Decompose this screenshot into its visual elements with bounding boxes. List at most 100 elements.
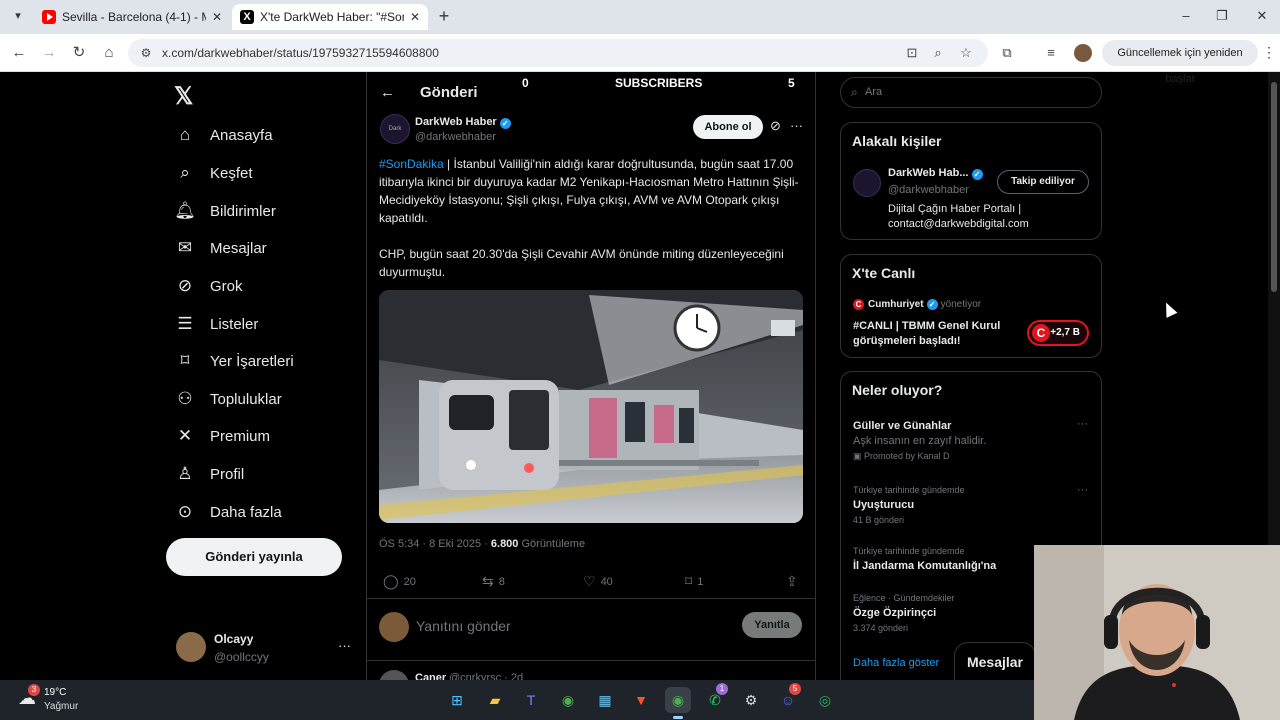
grok-icon: ⊘ <box>177 276 193 295</box>
settings-icon[interactable]: ⚙ <box>738 687 764 713</box>
show-more-link[interactable]: Daha fazla göster <box>853 657 939 669</box>
profile-avatar[interactable] <box>1074 44 1092 62</box>
messages-drawer[interactable]: Mesajlar <box>954 642 1036 680</box>
nav-label: Mesajlar <box>210 239 267 257</box>
nav-item-home[interactable]: ⌂ Anasayfa <box>174 121 273 149</box>
home-button[interactable]: ⌂ <box>100 44 118 62</box>
avatar[interactable] <box>379 612 409 642</box>
window-close-button[interactable]: ✕ <box>1252 8 1272 24</box>
url-text: x.com/darkwebhaber/status/19759327155946… <box>162 46 439 60</box>
reload-button[interactable]: ↻ <box>70 44 88 62</box>
live-listener-badge[interactable]: C +2,7 B <box>1027 320 1089 346</box>
nav-label: Profil <box>210 465 245 483</box>
nav-item-premium[interactable]: ✕ Premium <box>174 422 270 450</box>
back-button[interactable]: ← <box>10 44 28 62</box>
address-bar[interactable]: ⚙ x.com/darkwebhaber/status/197593271559… <box>128 39 988 67</box>
more-icon[interactable]: ··· <box>1077 484 1088 496</box>
nav-item-communities[interactable]: ⚇ Topluluklar <box>174 385 281 413</box>
spotify-icon[interactable]: ◎ <box>812 687 838 713</box>
grok-icon[interactable]: ⊘ <box>770 118 781 134</box>
repost-button[interactable]: ⇆ 8 <box>482 573 505 590</box>
nav-item-more[interactable]: ⊙ Daha fazla <box>174 498 282 526</box>
nav-item-explore[interactable]: ⌕ Keşfet <box>174 159 253 187</box>
nav-label: Anasayfa <box>210 126 273 144</box>
like-button[interactable]: ♡ 40 <box>583 573 613 590</box>
install-icon[interactable]: ⊡ <box>904 45 920 61</box>
cumhuriyet-logo-icon: C <box>853 299 864 310</box>
chrome-icon[interactable]: ◉ <box>555 687 581 713</box>
reply-button[interactable]: ◯ 20 <box>383 573 416 590</box>
subscribers-label: SUBSCRIBERS <box>615 76 703 90</box>
hashtag-link[interactable]: #SonDakika <box>379 157 444 171</box>
live-source[interactable]: C Cumhuriyet ✓ yönetiyor <box>853 299 981 310</box>
panel-title: Alakalı kişiler <box>852 133 942 149</box>
bell-icon: 🔔︎ <box>174 201 196 220</box>
nav-item-messages[interactable]: ✉ Mesajlar <box>174 234 267 262</box>
search-input[interactable]: ⌕ Ara <box>840 77 1102 108</box>
nav-label: Keşfet <box>210 164 253 182</box>
more-icon[interactable]: ··· <box>338 638 351 653</box>
close-icon[interactable]: ✕ <box>212 10 222 24</box>
avatar[interactable]: Dark <box>380 114 410 144</box>
menu-icon[interactable]: ⋮ <box>1262 44 1276 61</box>
brave-icon[interactable]: ▼ <box>628 687 654 713</box>
divider <box>367 660 815 661</box>
post-button[interactable]: Gönderi yayınla <box>166 538 342 576</box>
share-button[interactable]: ⇪ <box>786 573 803 590</box>
nav-item-grok[interactable]: ⊘ Grok <box>174 272 243 300</box>
bookmark-button[interactable]: ⌑ 1 <box>685 573 703 590</box>
close-icon[interactable]: ✕ <box>410 10 420 24</box>
x-logo-icon: X <box>240 10 254 24</box>
avatar[interactable] <box>176 632 206 662</box>
windows-start-icon[interactable]: ⊞ <box>444 687 470 713</box>
extensions-icon[interactable]: ⧉ <box>998 44 1016 62</box>
trend-item[interactable]: Türkiye tarihinde gündemde Uyuşturucu 41… <box>853 484 1093 527</box>
nav-item-lists[interactable]: ☰ Listeler <box>174 310 258 338</box>
back-arrow-icon[interactable]: ← <box>380 84 395 101</box>
nav-item-profile[interactable]: ♙ Profil <box>174 460 244 488</box>
more-icon[interactable]: ··· <box>790 118 803 133</box>
browser-tab-x[interactable]: X X'te DarkWeb Haber: "#SonDak ✕ <box>232 4 428 30</box>
avatar[interactable] <box>853 169 881 197</box>
zoom-icon[interactable]: ⌕ <box>930 45 946 61</box>
live-panel: X'te Canlı C Cumhuriyet ✓ yönetiyor #CAN… <box>840 254 1102 358</box>
site-info-icon[interactable]: ⚙ <box>138 45 154 61</box>
maximize-button[interactable]: ❐ <box>1212 8 1232 24</box>
chrome-icon[interactable]: ◉ <box>665 687 691 713</box>
reply-author-name[interactable]: Caner <box>415 672 446 680</box>
trend-item[interactable]: Güller ve Günahlar Aşk insanın en zayıf … <box>853 418 1093 463</box>
more-icon[interactable]: ··· <box>1077 418 1088 430</box>
author-handle[interactable]: @darkwebhaber <box>415 131 496 143</box>
update-button[interactable]: Güncellemek için yeniden başlat <box>1102 40 1258 85</box>
nav-item-bookmarks[interactable]: ⌑ Yer İşaretleri <box>174 347 294 375</box>
nav-item-notifications[interactable]: 🔔︎ Bildirimler <box>174 197 276 225</box>
x-logo-icon[interactable]: 𝕏 <box>174 82 193 111</box>
scrollbar-thumb[interactable] <box>1271 82 1277 292</box>
weather-description[interactable]: Yağmur <box>44 701 78 712</box>
following-button[interactable]: Takip ediliyor <box>997 170 1089 194</box>
whatsapp-badge: 1 <box>716 683 728 695</box>
tab-search-icon[interactable]: ▾ <box>10 8 26 24</box>
weather-temperature[interactable]: 19°C <box>44 687 66 698</box>
browser-tab-youtube[interactable]: Sevilla - Barcelona (4-1) - Maç Ö ✕ <box>34 4 230 30</box>
teams-icon[interactable]: T <box>518 687 544 713</box>
verified-icon: ✓ <box>926 299 938 310</box>
live-headline[interactable]: #CANLI | TBMM Genel Kurul görüşmeleri ba… <box>853 319 1023 349</box>
reply-submit-button[interactable]: Yanıtla <box>742 612 802 638</box>
avatar[interactable] <box>379 670 409 680</box>
nav-label: Daha fazla <box>210 503 282 521</box>
star-icon[interactable]: ☆ <box>958 45 974 61</box>
reply-item[interactable]: Caner @cnrkyrsc · 2d <box>379 670 809 680</box>
related-user-name[interactable]: DarkWeb Hab... ✓ <box>888 167 983 180</box>
new-tab-button[interactable]: + <box>434 7 454 27</box>
related-people-panel: Alakalı kişiler DarkWeb Hab... ✓ @darkweb… <box>840 122 1102 240</box>
author-name[interactable]: DarkWeb Haber ✓ <box>415 116 511 129</box>
subscribe-button[interactable]: Abone ol <box>693 115 763 139</box>
forward-button[interactable]: → <box>40 44 58 62</box>
file-explorer-icon[interactable]: ▰ <box>482 687 508 713</box>
reply-input[interactable]: Yanıtını gönder <box>416 618 511 634</box>
tweet-image[interactable] <box>379 290 803 523</box>
store-icon[interactable]: ▦ <box>592 687 618 713</box>
media-icon[interactable]: ≡ <box>1042 44 1060 62</box>
minimize-button[interactable]: – <box>1176 8 1196 23</box>
